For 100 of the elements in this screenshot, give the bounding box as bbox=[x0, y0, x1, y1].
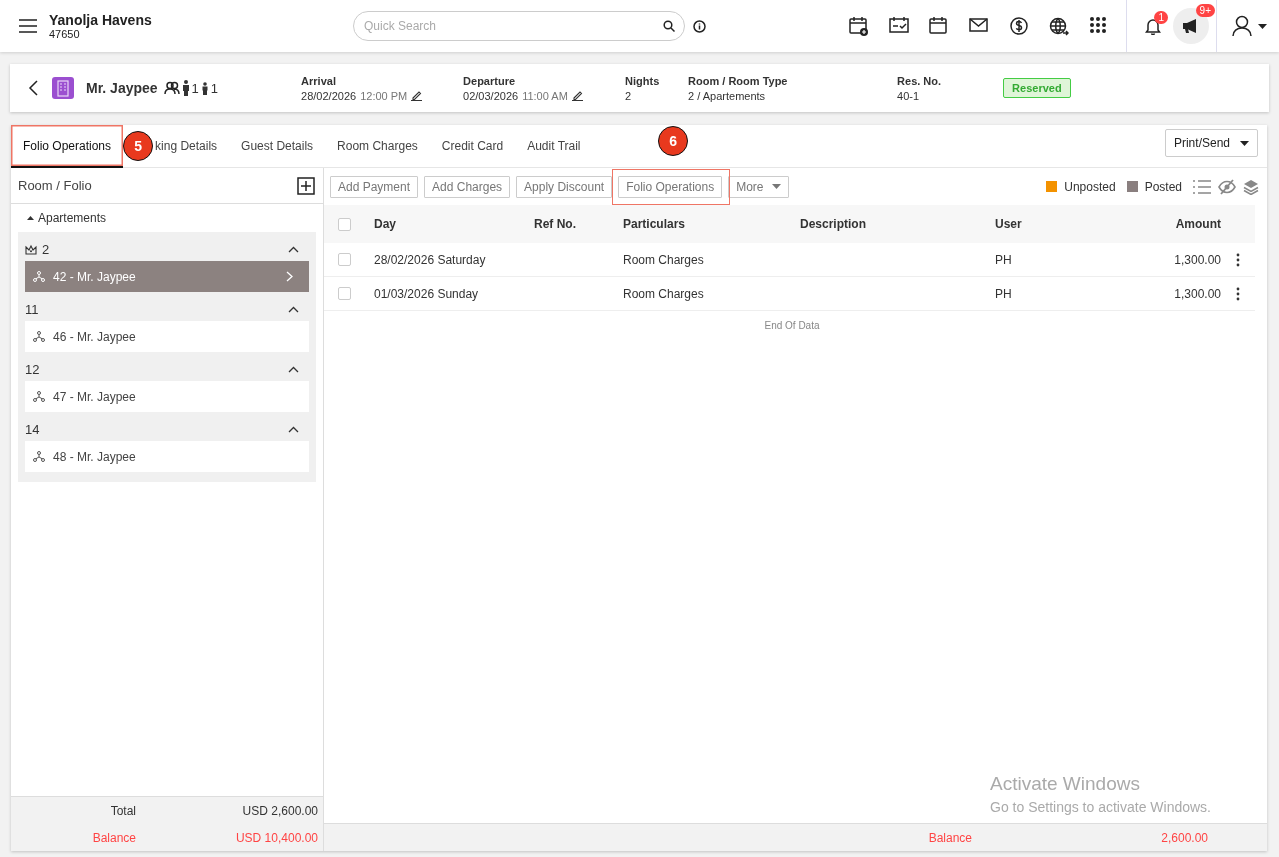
folio-item[interactable]: 48 - Mr. Jaypee bbox=[25, 441, 309, 472]
guest-name: Mr. Jaypee bbox=[86, 80, 158, 96]
search-field[interactable]: Quick Search bbox=[353, 11, 685, 41]
field-label: Departure bbox=[463, 74, 517, 87]
announcement-badge: 9+ bbox=[1195, 4, 1215, 17]
date-value: 28/02/2026 bbox=[301, 89, 357, 102]
select-all-checkbox[interactable] bbox=[338, 217, 351, 231]
globe-icon[interactable] bbox=[1049, 16, 1069, 36]
chevron-up-icon[interactable] bbox=[288, 305, 299, 313]
end-of-data-text: End Of Data bbox=[764, 319, 820, 333]
bell-icon[interactable] bbox=[1145, 17, 1161, 35]
more-button[interactable]: More bbox=[728, 175, 789, 198]
panel-title: Room / Folio bbox=[18, 178, 92, 193]
field-label: Room / Room Type bbox=[688, 74, 789, 87]
nodes-icon bbox=[33, 271, 45, 282]
total-amount: USD 2,600.00 bbox=[241, 803, 318, 818]
calendar-check-icon[interactable] bbox=[889, 16, 909, 36]
chevron-up-icon[interactable] bbox=[288, 425, 299, 433]
tab[interactable]: Room Charges bbox=[325, 125, 430, 168]
field-value: 2 bbox=[625, 89, 632, 102]
dollar-icon[interactable] bbox=[1009, 16, 1029, 36]
tab[interactable]: Guest Details bbox=[229, 125, 326, 168]
tab[interactable]: Folio Operations bbox=[11, 125, 124, 168]
field-label: Res. No. bbox=[897, 74, 943, 87]
hidden-eye-icon[interactable] bbox=[1218, 178, 1236, 195]
table-cell: Room Charges bbox=[613, 277, 790, 311]
column-header: User bbox=[985, 205, 1095, 243]
legend-label: Posted bbox=[1144, 179, 1182, 194]
kebab-menu-icon[interactable] bbox=[1236, 286, 1240, 301]
guests-icon bbox=[163, 81, 180, 95]
column-header: Amount bbox=[1095, 205, 1221, 243]
caret-icon bbox=[1258, 23, 1267, 29]
back-icon[interactable] bbox=[28, 80, 38, 96]
user-menu[interactable] bbox=[1232, 15, 1267, 37]
search-icon[interactable] bbox=[663, 20, 675, 32]
row-checkbox[interactable] bbox=[338, 287, 351, 300]
toolbar-button[interactable]: Folio Operations bbox=[618, 175, 723, 198]
folio-item[interactable]: 42 - Mr. Jaypee bbox=[25, 261, 309, 292]
nodes-icon bbox=[33, 331, 45, 342]
time-value: 12:00 PM bbox=[360, 89, 408, 102]
pencil-icon[interactable] bbox=[411, 90, 423, 101]
hotel-code: 47650 bbox=[49, 28, 81, 40]
field-value: 40-1 bbox=[897, 89, 920, 102]
table-cell: 28/02/2026 Saturday bbox=[364, 243, 524, 277]
notification-badge: 1 bbox=[1154, 11, 1168, 24]
room-number: 14 bbox=[25, 421, 40, 437]
layers-icon[interactable] bbox=[1243, 178, 1259, 195]
menu-icon[interactable] bbox=[19, 19, 37, 33]
child-count: 1 bbox=[210, 80, 219, 96]
hotel-name: Yanolja Havens bbox=[49, 12, 153, 28]
tab[interactable]: Credit Card bbox=[429, 125, 516, 168]
print-send-button[interactable]: Print/Send bbox=[1164, 129, 1258, 157]
toolbar-button[interactable]: Add Charges bbox=[424, 175, 511, 198]
table-cell: 1,300.00 bbox=[1095, 243, 1221, 277]
table-cell: PH bbox=[985, 243, 1095, 277]
room-number: 12 bbox=[25, 361, 40, 377]
activation-title: Activate Windows bbox=[990, 773, 1141, 795]
balance-amount: USD 10,400.00 bbox=[234, 830, 318, 845]
chevron-right-icon bbox=[286, 271, 293, 282]
activation-message: Go to Settings to activate Windows. bbox=[990, 799, 1211, 815]
total-label: Total bbox=[109, 803, 136, 818]
column-header: Particulars bbox=[613, 205, 790, 243]
calendar-icon[interactable] bbox=[929, 16, 949, 36]
chevron-up-icon[interactable] bbox=[288, 365, 299, 373]
tab[interactable]: Audit Trail bbox=[515, 125, 593, 168]
add-folio-icon[interactable] bbox=[297, 176, 315, 195]
column-header: Day bbox=[364, 205, 524, 243]
field-label: Arrival bbox=[301, 74, 337, 87]
toolbar-button[interactable]: Apply Discount bbox=[516, 175, 613, 198]
caret-icon bbox=[771, 184, 781, 189]
calendar-plus-icon[interactable] bbox=[849, 16, 869, 36]
room-number: 2 bbox=[42, 241, 50, 257]
folio-item[interactable]: 47 - Mr. Jaypee bbox=[25, 381, 309, 412]
table-cell: PH bbox=[985, 277, 1095, 311]
field-label: Nights bbox=[625, 74, 661, 87]
status-badge: Reserved bbox=[1003, 78, 1071, 98]
user-icon bbox=[1232, 15, 1252, 37]
column-header: Ref No. bbox=[524, 205, 613, 243]
balance-label: Balance bbox=[927, 830, 972, 845]
info-icon[interactable] bbox=[693, 19, 706, 33]
pencil-icon[interactable] bbox=[571, 90, 583, 101]
folio-item[interactable]: 46 - Mr. Jaypee bbox=[25, 321, 309, 352]
adult-icon bbox=[181, 80, 190, 96]
row-checkbox[interactable] bbox=[338, 253, 351, 266]
building-icon bbox=[52, 77, 74, 99]
room-type: Apartements bbox=[38, 211, 107, 225]
room-number: 11 bbox=[25, 301, 39, 317]
tab[interactable]: king Details bbox=[153, 125, 230, 168]
table-cell: Room Charges bbox=[613, 243, 790, 277]
caret-up-icon[interactable] bbox=[27, 216, 34, 220]
chevron-up-icon[interactable] bbox=[288, 245, 299, 253]
date-value: 02/03/2026 bbox=[463, 89, 519, 102]
announcement-button[interactable] bbox=[1173, 8, 1209, 44]
kebab-menu-icon[interactable] bbox=[1236, 252, 1240, 267]
step-number: 5 bbox=[123, 131, 154, 161]
nodes-icon bbox=[33, 451, 45, 462]
toolbar-button[interactable]: Add Payment bbox=[330, 175, 419, 198]
table-cell: 01/03/2026 Sunday bbox=[364, 277, 524, 311]
column-header: Description bbox=[790, 205, 985, 243]
apps-grid-icon[interactable] bbox=[1089, 16, 1109, 36]
